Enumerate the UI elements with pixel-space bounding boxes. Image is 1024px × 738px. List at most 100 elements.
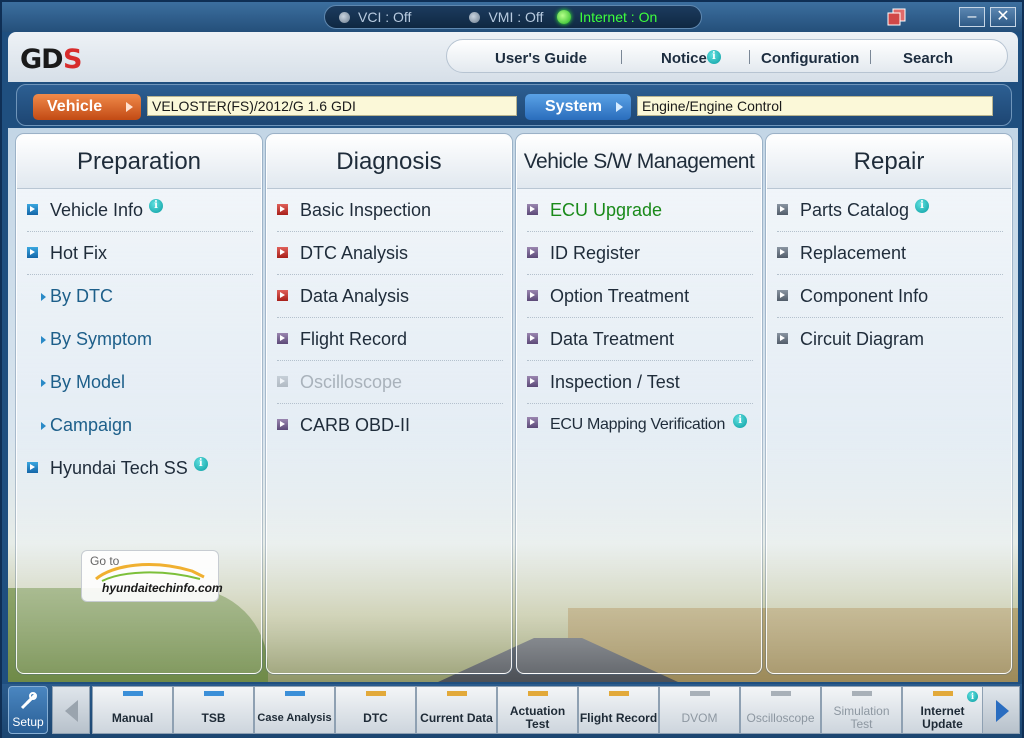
goto-hyundaitechinfo-link[interactable]: Go to hyundaitechinfo.com: [81, 550, 223, 602]
toolbar-dvom-button: DVOM: [659, 686, 740, 734]
menu-label: Data Treatment: [550, 329, 675, 349]
main-content: Preparation Vehicle Info i Hot Fix By DTC…: [8, 128, 1018, 682]
menu-carb-obd-ii[interactable]: CARB OBD-II: [277, 404, 503, 447]
bullet-icon: [527, 332, 538, 344]
chevron-right-icon: [41, 422, 46, 431]
toolbar-current-data-button[interactable]: Current Data: [416, 686, 497, 734]
close-button[interactable]: ✕: [990, 7, 1016, 27]
menu-hyundai-tech-ss[interactable]: Hyundai Tech SS i: [27, 447, 253, 490]
menu-dtc-analysis[interactable]: DTC Analysis: [277, 232, 503, 275]
menu-hot-fix[interactable]: Hot Fix: [27, 232, 253, 275]
menu-label: Vehicle Info: [50, 200, 144, 220]
bullet-icon: [277, 246, 288, 258]
toolbar-label: Current Data: [420, 710, 493, 725]
car-silhouette-icon: [95, 563, 205, 582]
menu-oscilloscope: Oscilloscope: [277, 361, 503, 404]
toolbar-label: TSB: [201, 710, 226, 725]
nav-divider: [621, 50, 622, 64]
menu-data-treatment[interactable]: Data Treatment: [527, 318, 753, 361]
menu-label: CARB OBD-II: [300, 415, 411, 435]
toolbar-internet-update-button[interactable]: i Internet Update: [902, 686, 983, 734]
menu-id-register[interactable]: ID Register: [527, 232, 753, 275]
repair-panel: Repair Parts Catalog i Replacement Compon…: [766, 134, 1012, 674]
vehicle-field[interactable]: VELOSTER(FS)/2012/G 1.6 GDI: [147, 96, 517, 116]
toolbar-next-button[interactable]: [982, 686, 1020, 734]
diagnosis-panel: Diagnosis Basic Inspection DTC Analysis …: [266, 134, 512, 674]
menu-data-analysis[interactable]: Data Analysis: [277, 275, 503, 318]
notice-link[interactable]: Notice i: [661, 50, 721, 67]
goto-url: hyundaitechinfo.com: [102, 581, 223, 595]
menu-campaign[interactable]: Campaign: [27, 404, 253, 447]
toolbar-tsb-button[interactable]: TSB: [173, 686, 254, 734]
internet-status-text: Internet : On: [579, 9, 658, 25]
menu-flight-record[interactable]: Flight Record: [277, 318, 503, 361]
setup-button[interactable]: Setup: [8, 686, 48, 734]
notice-label: Notice: [661, 50, 707, 67]
vehicle-button[interactable]: Vehicle: [33, 94, 141, 120]
menu-label: Parts Catalog: [800, 200, 910, 220]
indicator-bar: [123, 691, 143, 696]
chevron-right-icon: [41, 379, 46, 388]
toolbar-label: Case Analysis: [257, 711, 332, 724]
indicator-bar: [852, 691, 872, 696]
menu-by-symptom[interactable]: By Symptom: [27, 318, 253, 361]
chevron-right-icon: [41, 336, 46, 345]
menu-label: Campaign: [50, 415, 133, 435]
toolbar-case-analysis-button[interactable]: Case Analysis: [254, 686, 335, 734]
menu-label: Oscilloscope: [300, 372, 403, 392]
internet-status: Internet : On: [557, 9, 657, 25]
users-guide-link[interactable]: User's Guide: [495, 50, 587, 67]
info-icon: i: [149, 199, 164, 213]
system-field[interactable]: Engine/Engine Control: [637, 96, 993, 116]
toolbar-manual-button[interactable]: Manual: [92, 686, 173, 734]
toolbar-simulation-test-button: Simulation Test: [821, 686, 902, 734]
bullet-icon: [277, 289, 288, 301]
header: GD S User's Guide Notice i Configuration …: [8, 32, 1018, 82]
preparation-panel: Preparation Vehicle Info i Hot Fix By DTC…: [16, 134, 262, 674]
configuration-link[interactable]: Configuration: [761, 50, 859, 67]
chevron-right-icon: [616, 102, 623, 112]
menu-by-dtc[interactable]: By DTC: [27, 275, 253, 318]
menu-inspection-test[interactable]: Inspection / Test: [527, 361, 753, 404]
menu-basic-inspection[interactable]: Basic Inspection: [277, 189, 503, 232]
menu-component-info[interactable]: Component Info: [777, 275, 1003, 318]
system-button[interactable]: System: [525, 94, 631, 120]
menu-parts-catalog[interactable]: Parts Catalog i: [777, 189, 1003, 232]
bullet-icon: [527, 203, 538, 215]
preparation-title: Preparation: [17, 135, 261, 189]
indicator-bar: [528, 691, 548, 696]
svg-text:GD: GD: [20, 44, 63, 72]
menu-option-treatment[interactable]: Option Treatment: [527, 275, 753, 318]
menu-label: Option Treatment: [550, 286, 690, 306]
menu-replacement[interactable]: Replacement: [777, 232, 1003, 275]
bullet-icon: [277, 203, 288, 215]
bullet-icon: [277, 375, 288, 387]
menu-label: Data Analysis: [300, 286, 410, 306]
vmi-status: VMI : Off: [469, 9, 543, 25]
top-navigation: User's Guide Notice i Configuration Searc…: [446, 39, 1008, 73]
menu-vehicle-info[interactable]: Vehicle Info i: [27, 189, 253, 232]
toolbar-actuation-test-button[interactable]: Actuation Test: [497, 686, 578, 734]
system-button-label: System: [545, 98, 602, 115]
menu-label: ID Register: [550, 243, 641, 263]
menu-circuit-diagram[interactable]: Circuit Diagram: [777, 318, 1003, 361]
menu-ecu-mapping-verification[interactable]: ECU Mapping Verification i: [527, 404, 753, 447]
bullet-icon: [277, 332, 288, 344]
restore-windows-icon[interactable]: [886, 8, 908, 26]
chevron-right-icon: [41, 293, 46, 302]
nav-divider: [749, 50, 750, 64]
search-link[interactable]: Search: [903, 50, 953, 67]
info-icon: i: [915, 199, 930, 213]
toolbar-flight-record-button[interactable]: Flight Record: [578, 686, 659, 734]
menu-by-model[interactable]: By Model: [27, 361, 253, 404]
minimize-button[interactable]: –: [959, 7, 985, 27]
menu-ecu-upgrade[interactable]: ECU Upgrade: [527, 189, 753, 232]
indicator-bar: [285, 691, 305, 696]
toolbar-prev-button[interactable]: [52, 686, 90, 734]
bullet-icon: [527, 289, 538, 301]
indicator-bar: [204, 691, 224, 696]
vci-led-icon: [339, 11, 350, 23]
info-icon: i: [733, 414, 747, 428]
nav-divider: [870, 50, 871, 64]
toolbar-dtc-button[interactable]: DTC: [335, 686, 416, 734]
